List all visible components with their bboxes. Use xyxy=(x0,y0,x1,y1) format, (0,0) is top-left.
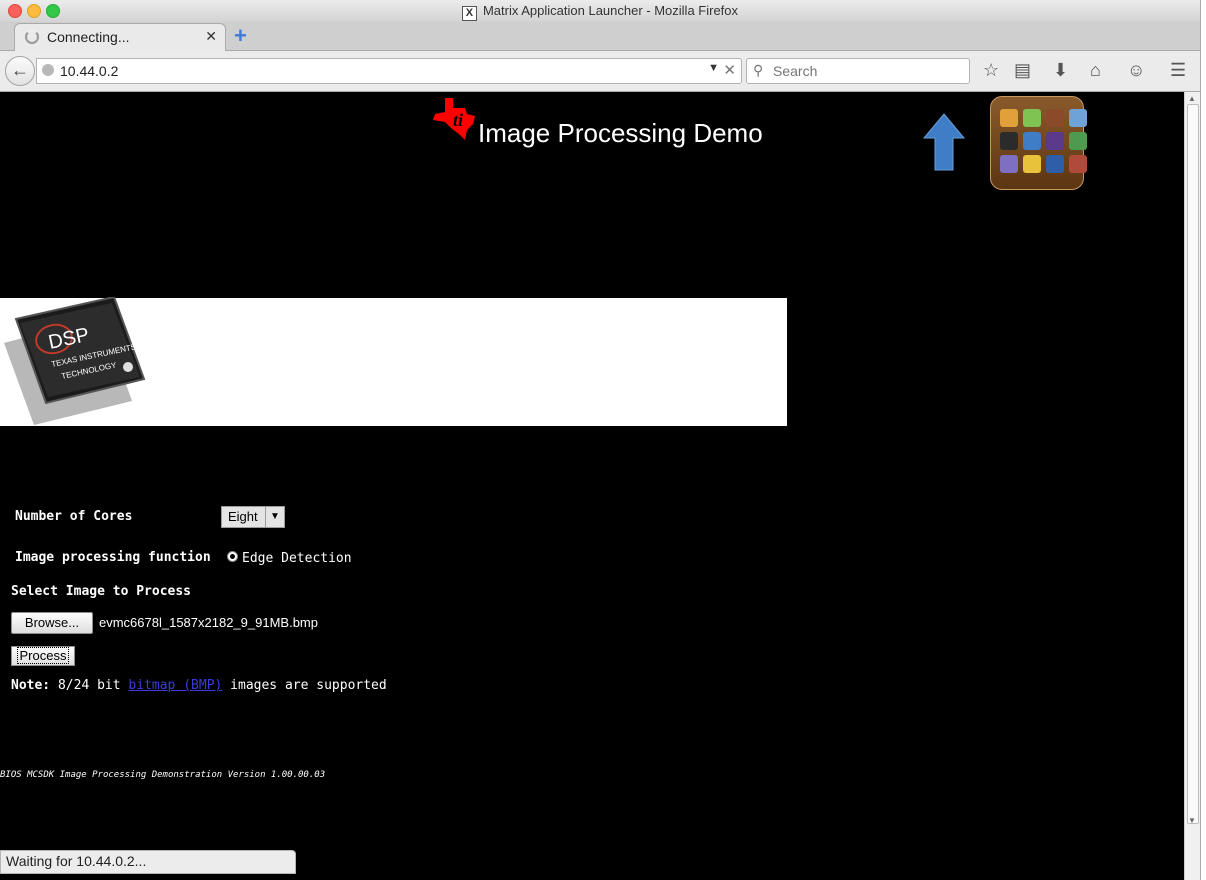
version-footer: BIOS MCSDK Image Processing Demonstratio… xyxy=(0,770,326,780)
selected-file-name: evmc6678l_1587x2182_9_91MB.bmp xyxy=(99,615,318,630)
launcher-app-icon xyxy=(1023,109,1041,127)
launcher-app-icon xyxy=(1069,132,1087,150)
window-title: X Matrix Application Launcher - Mozilla F… xyxy=(0,3,1200,21)
function-label: Image processing function xyxy=(15,550,211,565)
launcher-app-grid xyxy=(1000,109,1087,173)
tab-close-icon[interactable]: ✕ xyxy=(205,28,217,45)
navigation-toolbar: ← 10.44.0.2 ▼ ✕ ⚲ ☆ ▤ ⬇ ⌂ ☺ ☰ xyxy=(0,51,1200,92)
launcher-app-icon xyxy=(1023,132,1041,150)
browse-button[interactable]: Browse... xyxy=(11,612,93,634)
search-box[interactable]: ⚲ xyxy=(746,58,970,84)
launcher-app-icon xyxy=(1046,132,1064,150)
globe-icon xyxy=(42,64,54,76)
url-bar[interactable]: 10.44.0.2 ▼ ✕ xyxy=(36,58,742,84)
note-suffix: images are supported xyxy=(230,678,387,693)
edge-detection-radio[interactable] xyxy=(227,551,238,562)
chevron-down-icon: ▼ xyxy=(265,507,284,527)
process-button[interactable]: Process xyxy=(11,646,75,666)
launcher-app-icon xyxy=(1000,109,1018,127)
demo-form: Number of Cores Eight ▼ Image processing… xyxy=(0,92,800,880)
up-arrow-icon[interactable] xyxy=(922,112,966,172)
app-launcher-icon[interactable] xyxy=(990,96,1087,190)
scrollbar-thumb[interactable] xyxy=(1187,104,1199,824)
url-text[interactable]: 10.44.0.2 xyxy=(60,63,118,79)
launcher-app-icon xyxy=(1000,132,1018,150)
vertical-scrollbar[interactable]: ▲ ▼ xyxy=(1184,92,1201,880)
launcher-app-icon xyxy=(1046,155,1064,173)
download-icon[interactable]: ⬇ xyxy=(1053,60,1068,80)
new-tab-button[interactable]: + xyxy=(234,25,247,47)
loading-spinner-icon xyxy=(25,30,39,44)
launcher-app-icon xyxy=(1000,155,1018,173)
launcher-app-icon xyxy=(1069,109,1087,127)
cores-select[interactable]: Eight ▼ xyxy=(221,506,285,528)
stop-icon[interactable]: ✕ xyxy=(723,61,736,79)
bookmark-star-icon[interactable]: ☆ xyxy=(983,60,999,80)
tab-title: Connecting... xyxy=(47,29,130,45)
bitmap-link[interactable]: bitmap (BMP) xyxy=(128,678,222,693)
tab-strip: Connecting... ✕ + xyxy=(0,22,1200,51)
supported-formats-note: Note: 8/24 bit bitmap (BMP) images are s… xyxy=(11,678,387,693)
status-text: Waiting for 10.44.0.2... xyxy=(6,853,147,869)
search-icon: ⚲ xyxy=(753,62,764,78)
select-image-label: Select Image to Process xyxy=(11,584,192,599)
x11-icon: X xyxy=(461,6,477,21)
page-viewport: ti Image Processing Demo DSP TEXAS INSTR… xyxy=(0,92,1184,880)
scroll-up-icon[interactable]: ▲ xyxy=(1188,94,1196,103)
cores-label: Number of Cores xyxy=(15,509,133,524)
window-titlebar: X Matrix Application Launcher - Mozilla F… xyxy=(0,0,1200,23)
search-input[interactable] xyxy=(771,61,965,81)
tab-active[interactable]: Connecting... ✕ xyxy=(14,23,226,51)
launcher-app-icon xyxy=(1023,155,1041,173)
scroll-down-icon[interactable]: ▼ xyxy=(1188,816,1196,825)
menu-icon[interactable]: ☰ xyxy=(1170,60,1186,80)
status-bar: Waiting for 10.44.0.2... xyxy=(0,850,296,874)
edge-detection-label: Edge Detection xyxy=(242,551,352,566)
back-button[interactable]: ← xyxy=(5,56,35,86)
launcher-app-icon xyxy=(1069,155,1087,173)
launcher-app-icon xyxy=(1046,109,1064,127)
home-icon[interactable]: ⌂ xyxy=(1090,60,1101,80)
url-dropdown-icon[interactable]: ▼ xyxy=(708,62,719,74)
reading-list-icon[interactable]: ▤ xyxy=(1014,60,1031,80)
cores-select-value: Eight xyxy=(228,509,258,524)
note-prefix: Note: xyxy=(11,678,51,693)
process-button-label: Process xyxy=(16,647,70,664)
note-bit-depth: 8/24 bit xyxy=(57,678,121,693)
chat-icon[interactable]: ☺ xyxy=(1127,60,1145,80)
background-window-edge xyxy=(1200,0,1206,880)
